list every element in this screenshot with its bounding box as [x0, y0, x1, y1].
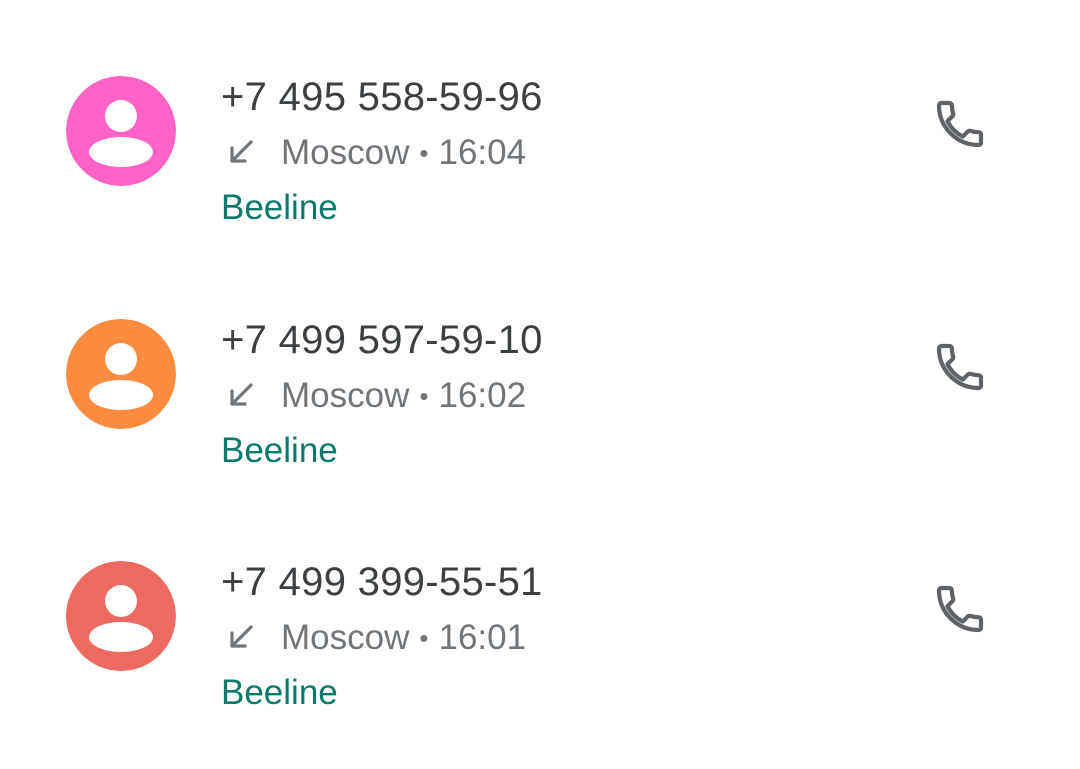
- call-back-button[interactable]: [924, 573, 996, 645]
- phone-icon: [936, 100, 984, 148]
- call-back-button[interactable]: [924, 331, 996, 403]
- call-details: Moscow • 16:04: [221, 132, 526, 174]
- phone-number: +7 499 399-55-51: [221, 560, 543, 604]
- incoming-call-arrow-icon: [230, 383, 253, 406]
- call-details: Moscow • 16:02: [221, 375, 526, 417]
- call-log-item[interactable]: +7 495 558-59-96 Moscow • 16:04 Beeline: [0, 10, 1080, 252]
- phone-number: +7 499 597-59-10: [221, 318, 543, 362]
- call-details: Moscow • 16:01: [221, 617, 526, 659]
- call-log-list: +7 495 558-59-96 Moscow • 16:04 Beeline: [0, 0, 1080, 769]
- call-time: 16:04: [438, 133, 527, 172]
- contact-avatar[interactable]: [66, 561, 176, 671]
- phone-number: +7 495 558-59-96: [221, 75, 543, 119]
- call-location: Moscow: [281, 618, 410, 657]
- phone-icon: [936, 585, 984, 633]
- contact-avatar[interactable]: [66, 319, 176, 429]
- call-location: Moscow: [281, 133, 410, 172]
- incoming-call-arrow-icon: [230, 140, 253, 163]
- carrier-label: Beeline: [221, 431, 338, 470]
- carrier-label: Beeline: [221, 188, 338, 227]
- phone-icon: [936, 343, 984, 391]
- call-log-item[interactable]: +7 499 399-55-51 Moscow • 16:01 Beeline: [0, 495, 1080, 737]
- separator-dot: •: [419, 623, 429, 653]
- separator-dot: •: [419, 381, 429, 411]
- call-location: Moscow: [281, 376, 410, 415]
- call-back-button[interactable]: [924, 88, 996, 160]
- call-log-item[interactable]: +7 499 597-59-10 Moscow • 16:02 Beeline: [0, 253, 1080, 495]
- person-icon: [66, 561, 176, 671]
- carrier-label: Beeline: [221, 673, 338, 712]
- contact-avatar[interactable]: [66, 76, 176, 186]
- person-icon: [66, 76, 176, 186]
- call-time: 16:02: [438, 376, 527, 415]
- incoming-call-arrow-icon: [230, 625, 253, 648]
- call-time: 16:01: [438, 618, 527, 657]
- separator-dot: •: [419, 138, 429, 168]
- person-icon: [66, 319, 176, 429]
